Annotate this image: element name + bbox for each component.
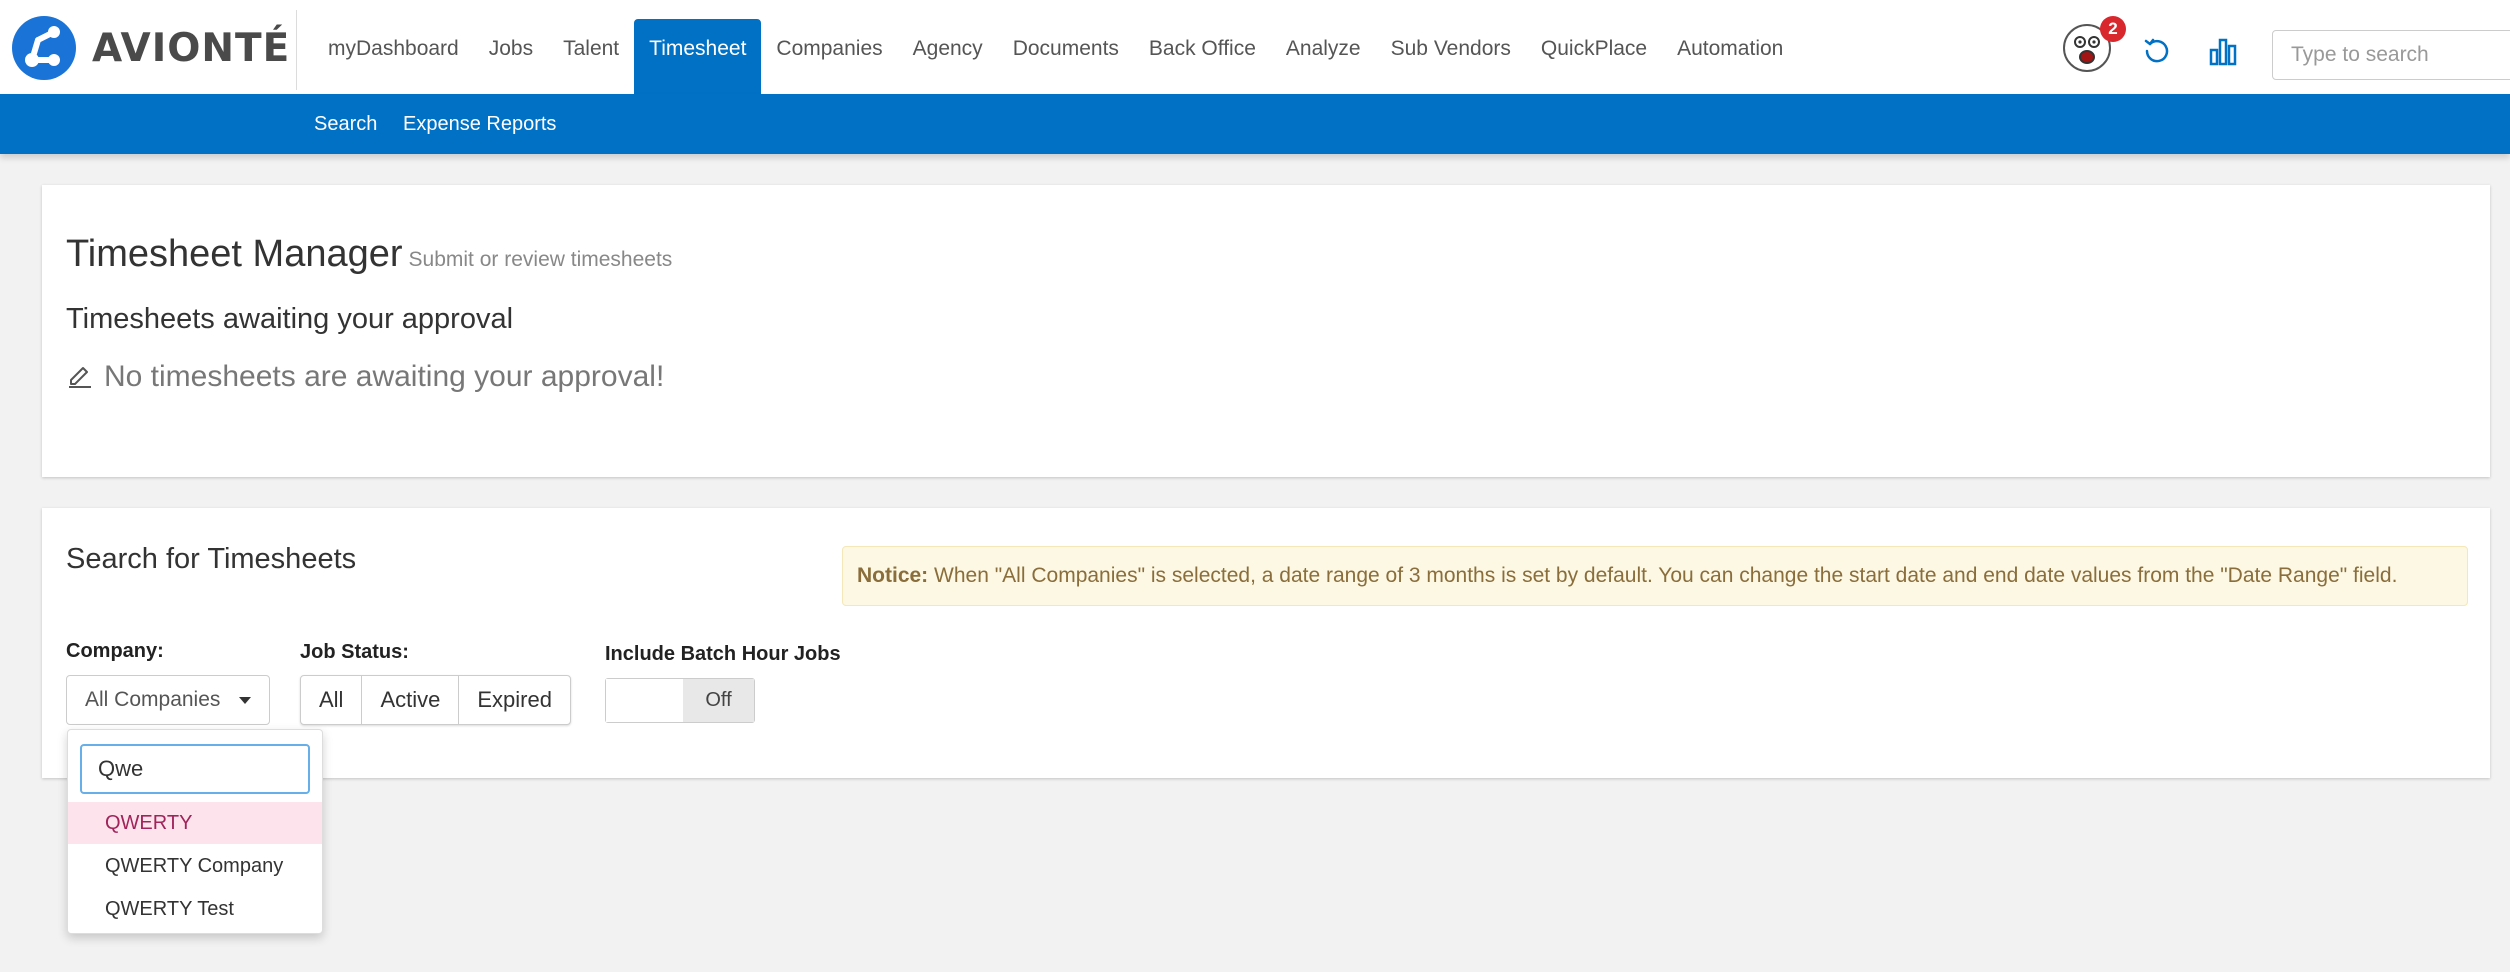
awaiting-approval-heading: Timesheets awaiting your approval: [66, 303, 514, 335]
main-nav: myDashboard Jobs Talent Timesheet Compan…: [313, 19, 1798, 94]
toggle-state-label: Off: [683, 679, 754, 722]
nav-item-agency[interactable]: Agency: [898, 19, 998, 94]
empty-state: No timesheets are awaiting your approval…: [66, 360, 664, 394]
subnav-item-expense-reports[interactable]: Expense Reports: [403, 94, 556, 154]
nav-item-sub-vendors[interactable]: Sub Vendors: [1376, 19, 1526, 94]
company-option-qwerty[interactable]: QWERTY: [68, 802, 322, 844]
nav-item-timesheet[interactable]: Timesheet: [634, 19, 762, 94]
top-navbar: AVIONTÉ myDashboard Jobs Talent Timeshee…: [0, 0, 2510, 94]
company-select[interactable]: All Companies: [66, 675, 270, 725]
batch-hour-jobs-toggle[interactable]: Off: [605, 678, 755, 723]
nav-item-back-office[interactable]: Back Office: [1134, 19, 1271, 94]
company-dropdown: QWERTY QWERTY Company QWERTY Test: [67, 729, 323, 934]
subnav-item-search[interactable]: Search: [314, 94, 377, 154]
sub-navbar: Search Expense Reports: [0, 94, 2510, 154]
edit-icon: [66, 361, 94, 394]
job-status-label: Job Status:: [300, 641, 409, 663]
notice-banner: Notice: When "All Companies" is selected…: [842, 546, 2468, 606]
job-status-all-button[interactable]: All: [301, 676, 363, 724]
notice-text: When "All Companies" is selected, a date…: [934, 564, 2398, 587]
logo-divider: [296, 10, 297, 90]
refresh-icon[interactable]: [2142, 36, 2172, 66]
page-title: Timesheet Manager Submit or review timesh…: [66, 233, 672, 276]
bar-chart-icon[interactable]: [2208, 36, 2238, 66]
nav-item-companies[interactable]: Companies: [761, 19, 897, 94]
company-option-qwerty-test[interactable]: QWERTY Test: [68, 888, 322, 930]
avionte-logo-icon: [12, 16, 76, 80]
company-option-qwerty-company[interactable]: QWERTY Company: [68, 845, 322, 887]
nav-item-talent[interactable]: Talent: [548, 19, 634, 94]
nav-item-jobs[interactable]: Jobs: [474, 19, 548, 94]
job-status-expired-button[interactable]: Expired: [459, 676, 570, 724]
brand-name: AVIONTÉ: [92, 25, 291, 71]
toggle-knob: [606, 679, 683, 722]
job-status-active-button[interactable]: Active: [362, 676, 460, 724]
company-select-value: All Companies: [85, 688, 221, 711]
global-search-input[interactable]: [2272, 30, 2510, 80]
job-status-button-group: All Active Expired: [300, 675, 571, 725]
nav-item-mydashboard[interactable]: myDashboard: [313, 19, 474, 94]
nav-item-analyze[interactable]: Analyze: [1271, 19, 1376, 94]
notice-label: Notice:: [857, 564, 929, 587]
timesheet-manager-panel: Timesheet Manager Submit or review timesh…: [42, 185, 2490, 477]
notification-badge: 2: [2100, 16, 2126, 42]
batch-hour-jobs-label: Include Batch Hour Jobs: [605, 643, 841, 665]
page-title-text: Timesheet Manager: [66, 233, 403, 275]
nav-item-documents[interactable]: Documents: [998, 19, 1134, 94]
company-search-input[interactable]: [80, 744, 310, 794]
brand-logo[interactable]: AVIONTÉ: [12, 16, 290, 80]
nav-item-automation[interactable]: Automation: [1662, 19, 1798, 94]
search-timesheets-panel: Search for Timesheets Notice: When "All …: [42, 508, 2490, 778]
search-heading: Search for Timesheets: [66, 543, 357, 575]
caret-down-icon: [239, 697, 251, 704]
company-label: Company:: [66, 640, 164, 662]
page-subtitle: Submit or review timesheets: [408, 248, 673, 271]
empty-state-message: No timesheets are awaiting your approval…: [104, 360, 665, 393]
nav-item-quickplace[interactable]: QuickPlace: [1526, 19, 1662, 94]
